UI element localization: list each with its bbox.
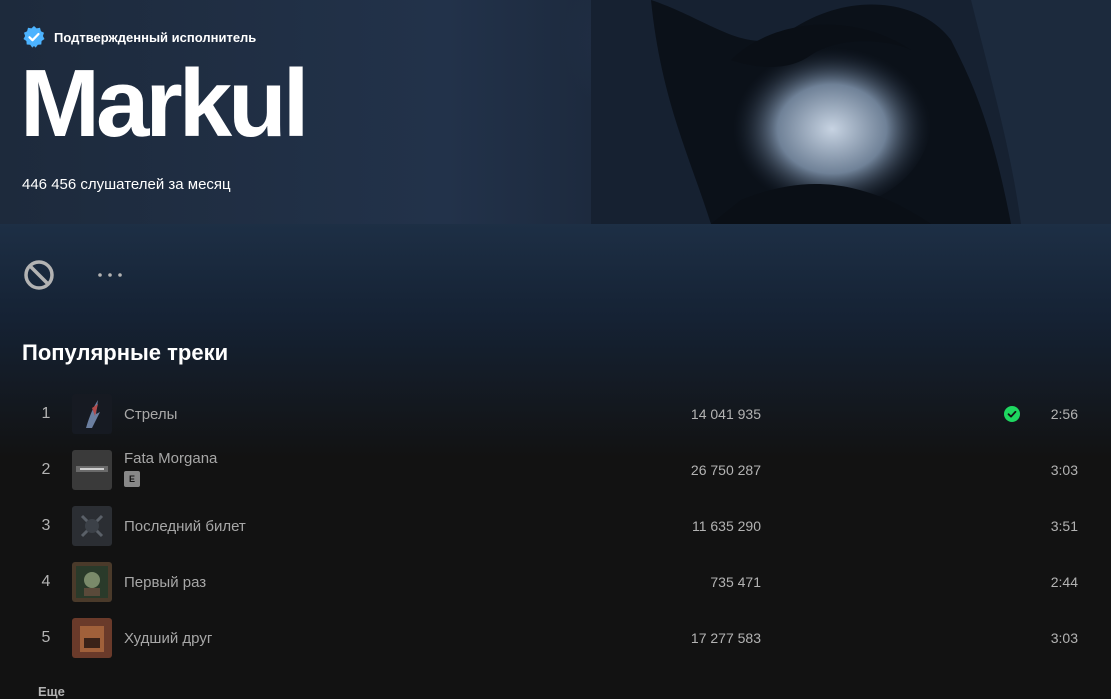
saved-check-icon[interactable]	[1004, 406, 1020, 422]
track-duration: 3:51	[1050, 518, 1078, 534]
track-number: 5	[41, 629, 51, 646]
track-cover	[72, 506, 112, 546]
track-duration: 3:03	[1050, 630, 1078, 646]
track-cover	[72, 562, 112, 602]
track-row[interactable]: 4 Первый раз 735 471 2:44	[22, 554, 1092, 610]
popular-tracks-title: Популярные треки	[22, 340, 229, 365]
artist-photo	[591, 0, 1111, 224]
show-more-link[interactable]: Еще	[38, 684, 65, 699]
track-title[interactable]: Fata Morgana	[124, 450, 217, 467]
verified-label: Подтвержденный исполнитель	[54, 29, 257, 45]
track-plays: 735 471	[710, 574, 761, 590]
track-number: 1	[41, 405, 51, 422]
track-row[interactable]: 1 Стрелы 14 041 935 2:56	[22, 386, 1092, 442]
track-title[interactable]: Первый раз	[124, 574, 206, 591]
artist-actions	[22, 258, 124, 292]
popular-tracks-list: 1 Стрелы 14 041 935 2:56 2 Fata Morgana …	[22, 386, 1092, 666]
artist-name: Markul	[20, 50, 309, 157]
track-cover	[72, 394, 112, 434]
block-icon[interactable]	[22, 258, 56, 292]
track-title[interactable]: Худший друг	[124, 630, 212, 647]
more-options-icon[interactable]	[96, 269, 124, 281]
track-number: 3	[41, 517, 51, 534]
track-plays: 14 041 935	[690, 406, 761, 422]
artist-hero: Подтвержденный исполнитель Markul 446 45…	[0, 0, 1111, 224]
track-row[interactable]: 5 Худший друг 17 277 583 3:03	[22, 610, 1092, 666]
track-number: 2	[41, 461, 51, 478]
track-cover	[72, 618, 112, 658]
verified-badge-icon	[23, 26, 45, 48]
track-plays: 11 635 290	[691, 518, 761, 534]
track-duration: 2:56	[1050, 406, 1078, 422]
track-title-group: Fata Morgana E	[124, 450, 217, 487]
monthly-listeners: 446 456 слушателей за месяц	[22, 176, 231, 193]
track-row[interactable]: 3 Последний билет 11 635 290 3:51	[22, 498, 1092, 554]
explicit-badge: E	[124, 471, 140, 487]
verified-artist-badge: Подтвержденный исполнитель	[22, 25, 256, 49]
track-plays: 26 750 287	[690, 462, 761, 478]
track-duration: 2:44	[1050, 574, 1078, 590]
track-title[interactable]: Стрелы	[124, 406, 177, 423]
track-cover	[72, 450, 112, 490]
track-duration: 3:03	[1050, 462, 1078, 478]
track-plays: 17 277 583	[690, 630, 761, 646]
track-title[interactable]: Последний билет	[124, 518, 246, 535]
track-row[interactable]: 2 Fata Morgana E 26 750 287 3:03	[22, 442, 1092, 498]
track-number: 4	[41, 573, 51, 590]
